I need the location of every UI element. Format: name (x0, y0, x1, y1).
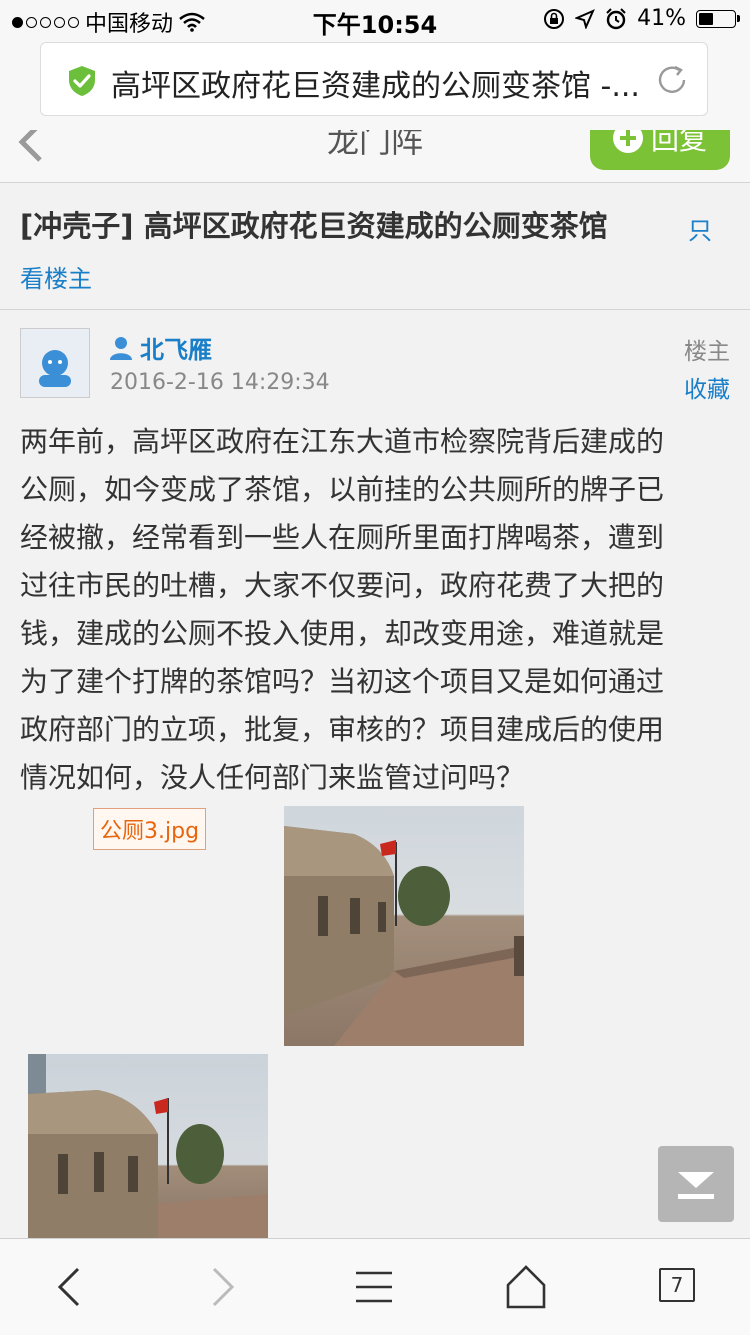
secure-shield-icon (69, 66, 95, 96)
author-name[interactable]: 北飞雁 (140, 330, 212, 365)
post-timestamp: 2016-2-16 14:29:34 (110, 370, 330, 395)
avatar[interactable] (20, 328, 90, 398)
avatar-image (21, 329, 89, 397)
only-op-link-continued[interactable]: 看楼主 (20, 259, 92, 294)
browser-address-area: 高坪区政府花巨资建成的公厕变茶馆 -... (0, 40, 750, 130)
forward-arrow-icon[interactable] (196, 1261, 248, 1313)
thread-header: [冲壳子] 高坪区政府花巨资建成的公厕变茶馆 只 看楼主 (0, 183, 750, 310)
post-photo[interactable] (284, 806, 524, 1046)
attachment-link[interactable]: 公厕3.jpg (93, 808, 207, 850)
alarm-icon (606, 7, 626, 29)
post-line: 过往市民的吐槽，大家不仅要问，政府花费了大把的 (20, 569, 665, 602)
status-right: 41% (543, 6, 740, 31)
post-photo[interactable] (28, 1054, 268, 1238)
reply-label: 回复 (650, 130, 707, 156)
post-line: 公厕，如今变成了茶馆，以前挂的公共厕所的牌子已 (20, 473, 665, 506)
post-line: 两年前，高坪区政府在江东大道市检察院背后建成的 (20, 425, 665, 458)
battery-percent: 41% (637, 6, 686, 31)
scroll-to-bottom-button[interactable] (658, 1146, 734, 1222)
page-title: 高坪区政府花巨资建成的公厕变茶馆 -... (111, 69, 637, 104)
photo-image (28, 1054, 268, 1238)
post-line: 经被撤，经常看到一些人在厕所里面打牌喝茶，遭到 (20, 521, 665, 554)
post-line: 政府部门的立项，批复，审核的？项目建成后的使用 (20, 713, 665, 746)
post-body: 两年前，高坪区政府在江东大道市检察院背后建成的 公厕，如今变成了茶馆，以前挂的公… (20, 418, 732, 802)
reply-button[interactable]: 回复 (590, 130, 730, 170)
status-bar: 中国移动 下午10:54 41% (0, 0, 750, 40)
favorite-link[interactable]: 收藏 (684, 370, 730, 404)
home-icon[interactable] (500, 1261, 552, 1313)
post-line: 为了建个打牌的茶馆吗？当初这个项目又是如何通过 (20, 665, 665, 698)
menu-icon[interactable] (348, 1261, 400, 1313)
op-label: 楼主 (684, 339, 730, 365)
photo-image (284, 826, 524, 1046)
location-arrow-icon (575, 8, 596, 29)
plus-icon (612, 130, 643, 153)
browser-toolbar (0, 1238, 750, 1335)
site-header: 龙门阵 回复 (0, 130, 750, 183)
thread-title: [冲壳子] 高坪区政府花巨资建成的公厕变茶馆 (20, 209, 608, 243)
address-bar[interactable]: 高坪区政府花巨资建成的公厕变茶馆 -... (40, 42, 708, 116)
tabs-button[interactable]: 7 (659, 1268, 695, 1302)
reload-icon[interactable] (655, 63, 689, 97)
author-row: 北飞雁 (110, 330, 212, 365)
post-line: 情况如何，没人任何部门来监管过问吗？ (20, 761, 525, 794)
user-icon (110, 336, 132, 360)
battery-level-fill (699, 12, 713, 25)
back-arrow-icon[interactable] (44, 1261, 96, 1313)
orientation-lock-icon (544, 8, 565, 29)
only-op-link[interactable]: 只 (688, 211, 712, 246)
battery-icon (696, 9, 740, 28)
post-line: 钱，建成的公厕不投入使用，却改变用途，难道就是 (20, 617, 665, 650)
arrow-down-to-bottom-icon (678, 1172, 714, 1199)
